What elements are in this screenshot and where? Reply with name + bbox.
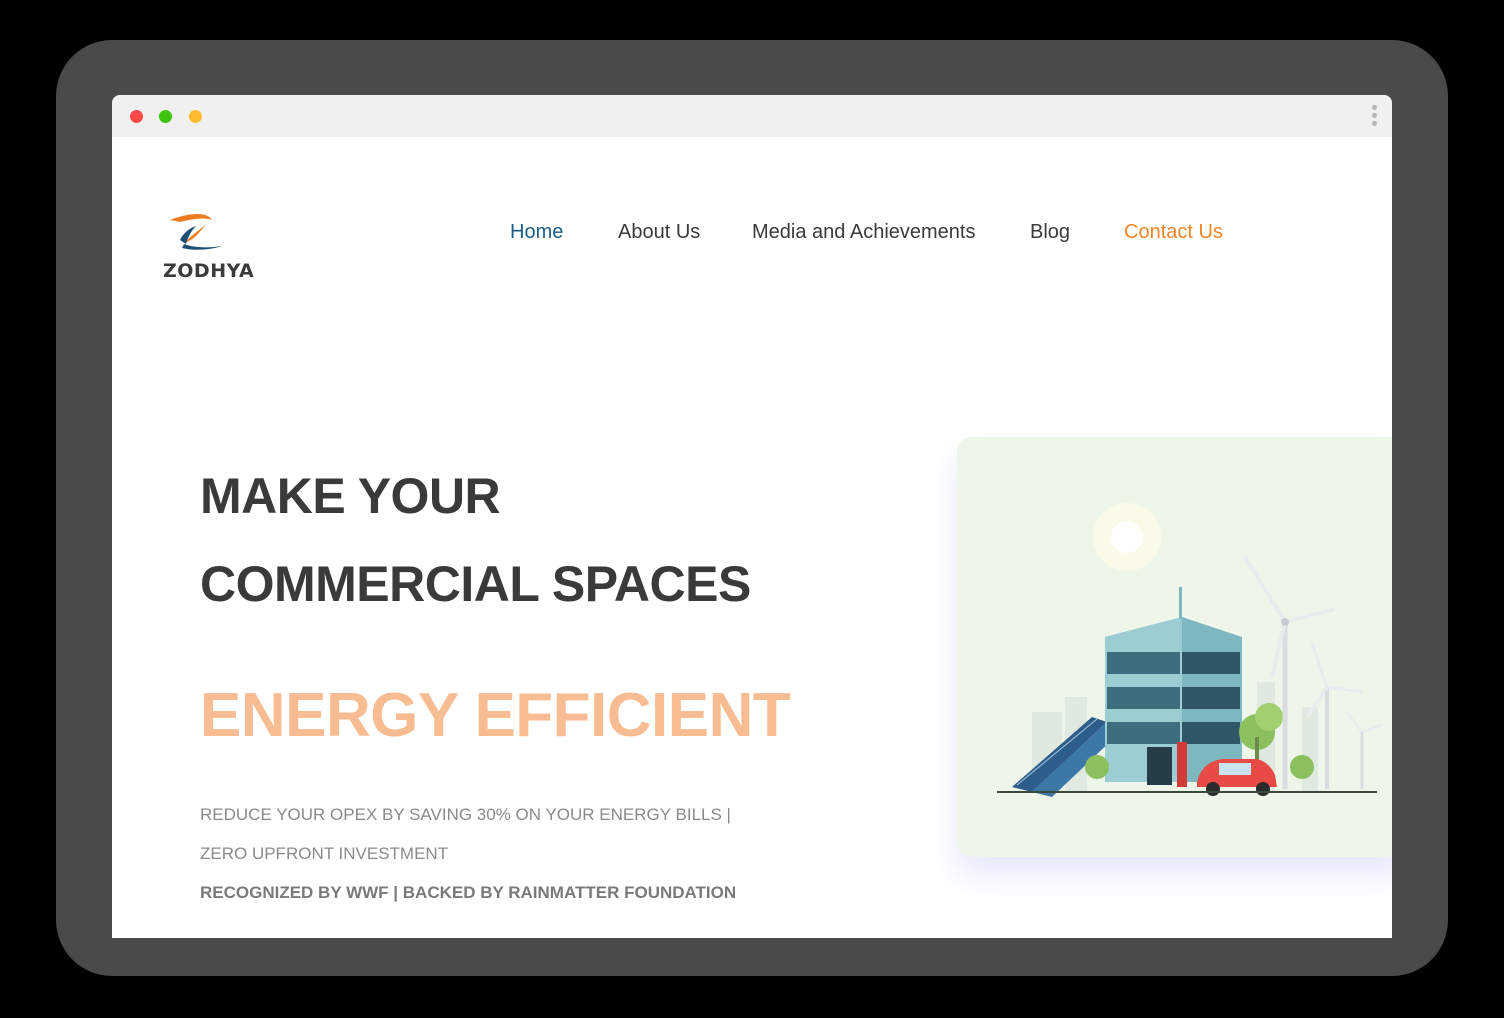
nav-contact-us[interactable]: Contact Us bbox=[1124, 221, 1223, 244]
hero-heading-line-2: COMMERCIAL SPACES bbox=[200, 556, 751, 612]
hero-illustration-card bbox=[957, 437, 1392, 857]
hero-heading-line-1: MAKE YOUR bbox=[200, 468, 501, 524]
brand-logo[interactable]: ZODHYA bbox=[160, 210, 254, 285]
nav-about-us[interactable]: About Us bbox=[618, 221, 700, 244]
close-window-icon[interactable] bbox=[130, 110, 143, 123]
zodhya-logo-icon bbox=[170, 214, 222, 250]
brand-name: ZODHYA bbox=[163, 260, 255, 282]
building-solar-wind-ev-illustration bbox=[997, 503, 1383, 797]
nav-home[interactable]: Home bbox=[510, 221, 563, 244]
minimize-window-icon[interactable] bbox=[159, 110, 172, 123]
hero-recognition-text: RECOGNIZED BY WWF | BACKED BY RAINMATTER… bbox=[200, 883, 737, 902]
hero-subtext-line-1: REDUCE YOUR OPEX BY SAVING 30% ON YOUR E… bbox=[200, 805, 731, 824]
browser-toolbar bbox=[112, 95, 1392, 137]
hero-subtext-line-2: ZERO UPFRONT INVESTMENT bbox=[200, 844, 449, 863]
hero-heading-highlight: ENERGY EFFICIENT bbox=[200, 681, 791, 750]
vertical-dots-icon[interactable] bbox=[1372, 105, 1378, 129]
maximize-window-icon[interactable] bbox=[189, 110, 202, 123]
browser-window: ZODHYA Home About Us Media and Achieveme… bbox=[112, 95, 1392, 938]
nav-blog[interactable]: Blog bbox=[1030, 221, 1070, 244]
nav-media-and-achievements[interactable]: Media and Achievements bbox=[752, 221, 975, 244]
